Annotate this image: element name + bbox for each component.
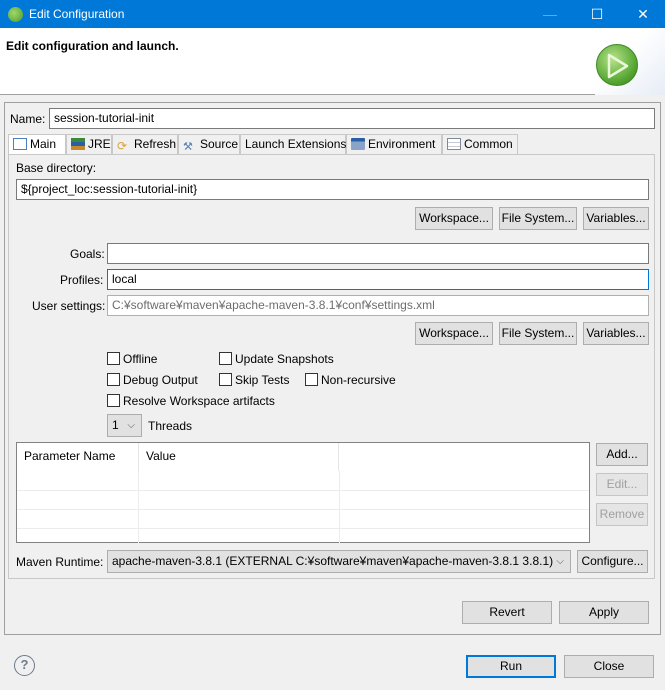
settings-file-system-button[interactable]: File System... <box>499 322 577 345</box>
tab-label: Refresh <box>134 137 177 151</box>
tab-launch-extensions[interactable]: Launch Extensions <box>240 134 346 154</box>
spring-leaf-icon <box>8 7 23 22</box>
row-divider <box>17 509 589 510</box>
apply-button[interactable]: Apply <box>559 601 649 624</box>
environment-icon <box>351 138 365 150</box>
tab-common[interactable]: Common <box>442 134 518 154</box>
tab-label: Source <box>200 137 239 151</box>
checkbox-box[interactable] <box>107 352 120 365</box>
checkbox-label: Offline <box>123 352 158 366</box>
update-snapshots-checkbox[interactable]: Update Snapshots <box>219 352 334 366</box>
help-icon[interactable]: ? <box>14 655 35 676</box>
goals-label: Goals: <box>70 247 105 261</box>
main-tab-icon <box>13 138 27 150</box>
run-icon <box>596 44 638 86</box>
checkbox-label: Update Snapshots <box>235 352 334 366</box>
column-header-value[interactable]: Value <box>139 443 339 471</box>
checkbox-label: Non-recursive <box>321 373 396 387</box>
base-file-system-button[interactable]: File System... <box>499 207 577 230</box>
checkbox-box[interactable] <box>219 373 232 386</box>
checkbox-label: Skip Tests <box>235 373 290 387</box>
tab-label: Common <box>464 137 513 151</box>
checkbox-box[interactable] <box>107 394 120 407</box>
close-button[interactable]: Close <box>564 655 654 678</box>
skip-tests-checkbox[interactable]: Skip Tests <box>219 373 289 387</box>
chevron-down-icon: ⌵ <box>127 420 135 431</box>
settings-workspace-button[interactable]: Workspace... <box>415 322 493 345</box>
tab-label: Launch Extensions <box>245 137 347 151</box>
tab-source[interactable]: ⚒ Source <box>178 134 240 154</box>
offline-checkbox[interactable]: Offline <box>107 352 157 366</box>
configure-button[interactable]: Configure... <box>577 550 648 573</box>
window-title: Edit Configuration <box>29 7 125 21</box>
tab-label: JRE <box>88 137 111 151</box>
column-divider <box>339 471 340 543</box>
goals-input[interactable] <box>107 243 649 264</box>
remove-parameter-button[interactable]: Remove <box>596 503 648 526</box>
add-parameter-button[interactable]: Add... <box>596 443 648 466</box>
base-directory-label: Base directory: <box>16 161 97 175</box>
profiles-input[interactable]: local <box>107 269 649 290</box>
threads-label: Threads <box>148 419 193 433</box>
chevron-down-icon: ⌵ <box>556 556 564 567</box>
base-variables-button[interactable]: Variables... <box>583 207 649 230</box>
debug-output-checkbox[interactable]: Debug Output <box>107 373 198 387</box>
dialog-header: Edit configuration and launch. <box>0 28 665 95</box>
checkbox-box[interactable] <box>219 352 232 365</box>
title-bar: Edit Configuration — ☐ ✕ <box>0 0 665 28</box>
column-divider <box>138 471 139 543</box>
common-icon <box>447 138 461 150</box>
tab-environment[interactable]: Environment <box>346 134 442 154</box>
maven-runtime-select[interactable]: apache-maven-3.8.1 (EXTERNAL C:¥software… <box>107 550 571 573</box>
parameters-table[interactable]: Parameter Name Value <box>16 442 590 543</box>
tab-main[interactable]: Main <box>8 134 66 155</box>
tab-label: Main <box>30 137 57 151</box>
threads-select[interactable]: 1 ⌵ <box>107 414 142 437</box>
refresh-icon: ⟳ <box>117 139 128 153</box>
base-directory-input[interactable]: ${project_loc:session-tutorial-init} <box>16 179 649 200</box>
user-settings-label: User settings: <box>32 299 106 313</box>
source-icon: ⚒ <box>183 141 193 153</box>
column-header-parameter-name[interactable]: Parameter Name <box>17 443 139 471</box>
user-settings-input[interactable]: C:¥software¥maven¥apache-maven-3.8.1¥con… <box>107 295 649 316</box>
revert-button[interactable]: Revert <box>462 601 552 624</box>
name-label: Name: <box>10 112 46 126</box>
maven-runtime-value: apache-maven-3.8.1 (EXTERNAL C:¥software… <box>112 554 554 568</box>
base-workspace-button[interactable]: Workspace... <box>415 207 493 230</box>
checkbox-box[interactable] <box>107 373 120 386</box>
checkbox-box[interactable] <box>305 373 318 386</box>
settings-variables-button[interactable]: Variables... <box>583 322 649 345</box>
header-title: Edit configuration and launch. <box>6 39 179 53</box>
run-button[interactable]: Run <box>466 655 556 678</box>
row-divider <box>17 528 589 529</box>
maximize-button[interactable]: ☐ <box>574 0 620 28</box>
edit-parameter-button[interactable]: Edit... <box>596 473 648 496</box>
non-recursive-checkbox[interactable]: Non-recursive <box>305 373 396 387</box>
checkbox-label: Debug Output <box>123 373 198 387</box>
tab-refresh[interactable]: ⟳ Refresh <box>112 134 178 154</box>
jre-icon <box>71 138 85 150</box>
maven-runtime-label: Maven Runtime: <box>16 555 104 569</box>
tab-jre[interactable]: JRE <box>66 134 112 154</box>
tab-label: Environment <box>368 137 436 151</box>
row-divider <box>17 490 589 491</box>
checkbox-label: Resolve Workspace artifacts <box>123 394 275 408</box>
close-window-button[interactable]: ✕ <box>620 0 665 28</box>
threads-value: 1 <box>112 418 119 432</box>
profiles-label: Profiles: <box>60 273 104 287</box>
minimize-button[interactable]: — <box>527 0 573 28</box>
name-input[interactable]: session-tutorial-init <box>49 108 655 129</box>
resolve-workspace-checkbox[interactable]: Resolve Workspace artifacts <box>107 394 275 408</box>
